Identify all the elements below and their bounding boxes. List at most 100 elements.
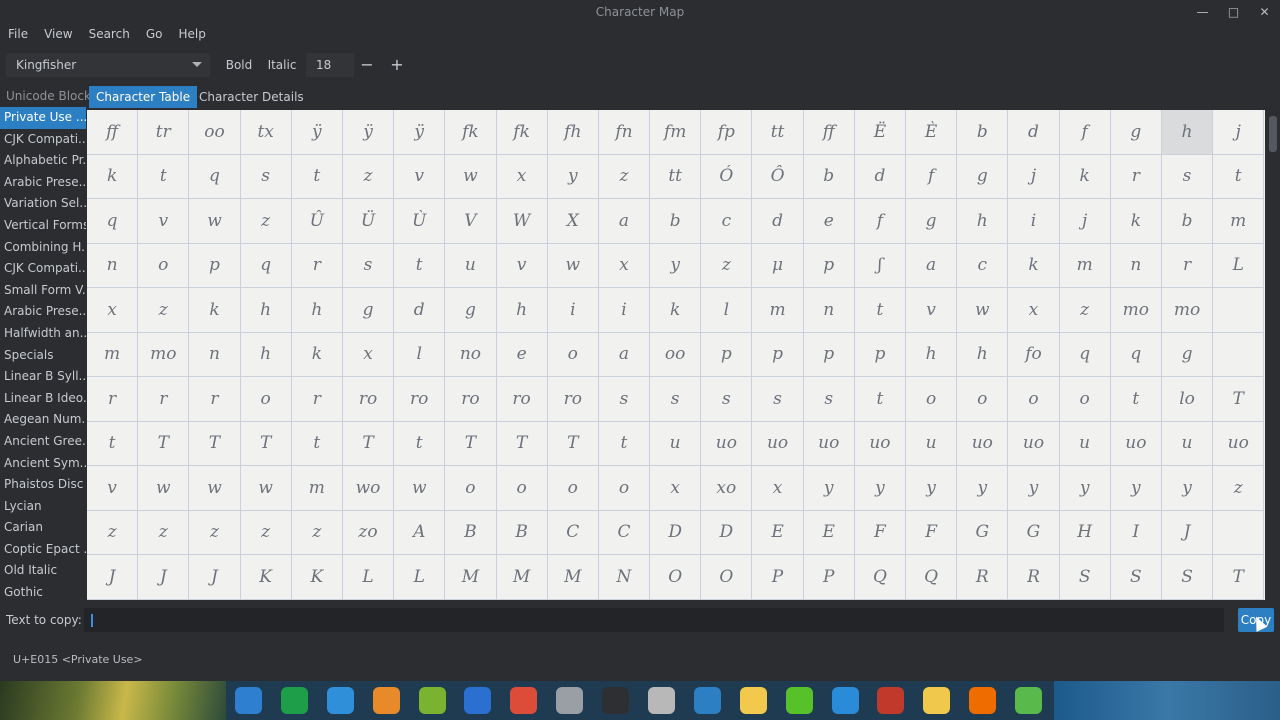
glyph-cell[interactable]: n [189, 332, 241, 377]
glyph-cell[interactable]: fp [701, 110, 753, 155]
sidebar-item[interactable]: Gothic [0, 582, 86, 601]
glyph-cell[interactable]: S [1059, 555, 1111, 600]
trash-icon[interactable] [1015, 687, 1043, 714]
glyph-cell[interactable]: u [1059, 421, 1111, 466]
glyph-cell[interactable]: fh [547, 110, 599, 155]
sidebar-item[interactable]: Lycian [0, 496, 86, 518]
glyph-cell[interactable]: E [803, 510, 855, 555]
glyph-cell[interactable]: M [547, 555, 599, 600]
glyph-cell[interactable]: uo [752, 421, 804, 466]
maximize-button[interactable]: □ [1218, 3, 1249, 21]
glyph-cell[interactable]: Û [291, 199, 343, 244]
glyph-cell[interactable]: a [906, 243, 958, 288]
glyph-cell[interactable]: b [650, 199, 702, 244]
glyph-cell[interactable]: z [240, 199, 292, 244]
glyph-cell[interactable]: r [1161, 243, 1214, 288]
glyph-cell[interactable]: e [803, 199, 855, 244]
glyph-cell[interactable]: i [547, 288, 599, 333]
glyph-cell[interactable]: O [701, 555, 753, 600]
glyph-cell[interactable]: d [854, 154, 906, 199]
glyph-cell[interactable]: uo [854, 421, 906, 466]
glyph-cell[interactable]: o [1059, 377, 1111, 422]
glyph-cell[interactable]: t [394, 243, 446, 288]
glyph-cell[interactable]: z [138, 288, 190, 333]
glyph-cell[interactable]: s [650, 377, 702, 422]
glyph-cell[interactable]: l [701, 288, 753, 333]
glyph-cell[interactable]: J [87, 555, 139, 600]
glyph-cell[interactable]: y [957, 466, 1009, 511]
sidebar-item[interactable]: Specials [0, 345, 86, 367]
tab-character-table[interactable]: Character Table [89, 86, 198, 108]
glyph-cell[interactable]: q [189, 154, 241, 199]
glyph-cell[interactable]: Ó [701, 154, 753, 199]
glyph-cell[interactable]: J [189, 555, 241, 600]
font-selector[interactable]: Kingfisher [6, 53, 210, 77]
glyph-cell[interactable]: m [1059, 243, 1111, 288]
glyph-cell[interactable]: A [394, 510, 446, 555]
glyph-cell[interactable]: d [394, 288, 446, 333]
glyph-cell[interactable]: q [1059, 332, 1111, 377]
clock-icon[interactable] [739, 687, 767, 714]
glyph-cell[interactable]: L [1213, 243, 1265, 288]
glyph-cell[interactable]: fk [496, 110, 548, 155]
glyph-cell[interactable]: F [854, 510, 906, 555]
glyph-cell[interactable]: D [701, 510, 753, 555]
glyph-cell[interactable]: M [496, 555, 548, 600]
sidebar-item[interactable]: Alphabetic Pr... [0, 150, 86, 172]
glyph-cell[interactable]: o [547, 466, 599, 511]
glyph-cell[interactable]: a [598, 332, 651, 377]
glyph-cell[interactable]: ff [87, 110, 139, 155]
glyph-cell[interactable]: uo [1213, 421, 1265, 466]
glyph-cell[interactable]: g [445, 288, 497, 333]
glyph-cell[interactable]: T [496, 421, 548, 466]
glyph-cell[interactable]: g [342, 288, 395, 333]
clock-20-icon[interactable] [923, 687, 951, 714]
glyph-cell[interactable]: C [598, 510, 651, 555]
glyph-cell[interactable]: u [445, 243, 497, 288]
decrease-size-button[interactable]: − [354, 53, 380, 77]
glyph-cell[interactable]: w [445, 154, 497, 199]
glyph-cell[interactable]: t [394, 421, 446, 466]
glyph-cell[interactable]: p [803, 332, 855, 377]
wifi-icon[interactable] [831, 687, 859, 714]
glyph-cell[interactable]: b [957, 110, 1009, 155]
glyph-cell[interactable]: y [650, 243, 702, 288]
glyph-cell[interactable]: y [1059, 466, 1111, 511]
glyph-cell[interactable]: t [138, 154, 190, 199]
glyph-cell[interactable]: B [445, 510, 497, 555]
glyph-cell[interactable]: z [598, 154, 651, 199]
sidebar-item[interactable]: Combining H... [0, 237, 86, 259]
glyph-cell[interactable]: w [189, 199, 241, 244]
scroll-thumb[interactable] [1269, 116, 1277, 152]
glyph-cell[interactable]: q [1110, 332, 1162, 377]
video-icon[interactable] [464, 687, 492, 714]
glyph-cell[interactable]: ff [803, 110, 855, 155]
glyph-cell[interactable]: s [342, 243, 395, 288]
glyph-cell[interactable]: p [803, 243, 855, 288]
glyph-cell[interactable]: oo [189, 110, 241, 155]
glyph-cell[interactable]: z [138, 510, 190, 555]
glyph-cell[interactable]: f [854, 199, 906, 244]
glyph-cell[interactable]: s [803, 377, 855, 422]
text-to-copy-input[interactable] [84, 608, 1224, 632]
glyph-cell[interactable]: T [547, 421, 599, 466]
glyph-cell[interactable]: L [394, 555, 446, 600]
glyph-cell[interactable]: d [1008, 110, 1060, 155]
glyph-cell[interactable]: h [1161, 110, 1214, 155]
glyph-cell[interactable]: h [240, 332, 292, 377]
glyph-cell[interactable]: o [547, 332, 599, 377]
glyph-cell[interactable]: Q [854, 555, 906, 600]
glyph-cell[interactable]: wo [342, 466, 395, 511]
glyph-cell[interactable]: G [1008, 510, 1060, 555]
glyph-cell[interactable]: Ü [342, 199, 395, 244]
glyph-cell[interactable]: s [752, 377, 804, 422]
glyph-cell[interactable]: t [291, 154, 343, 199]
glyph-cell[interactable]: u [650, 421, 702, 466]
menu-search[interactable]: Search [81, 24, 138, 46]
glyph-cell[interactable]: y [854, 466, 906, 511]
glyph-cell[interactable]: ro [394, 377, 446, 422]
glyph-cell[interactable]: J [138, 555, 190, 600]
close-button[interactable]: ✕ [1249, 3, 1280, 21]
glyph-cell[interactable]: q [87, 199, 139, 244]
glyph-cell[interactable]: T [342, 421, 395, 466]
